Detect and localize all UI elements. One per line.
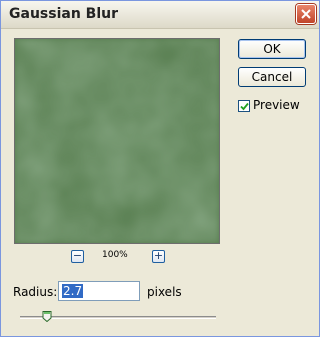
radius-value: 2.7 bbox=[62, 284, 84, 298]
zoom-in-button[interactable]: + bbox=[152, 250, 165, 263]
radius-input[interactable]: 2.7 bbox=[58, 281, 140, 301]
gaussian-blur-dialog: Gaussian Blur OK Cancel Preview − 100% +… bbox=[0, 0, 320, 337]
preview-pane[interactable] bbox=[14, 38, 220, 244]
radius-label: Radius: bbox=[13, 285, 58, 299]
cancel-button[interactable]: Cancel bbox=[238, 67, 306, 87]
title-bar[interactable]: Gaussian Blur bbox=[1, 1, 319, 29]
zoom-out-button[interactable]: − bbox=[71, 250, 84, 263]
close-icon bbox=[301, 9, 311, 19]
window-title: Gaussian Blur bbox=[9, 6, 118, 22]
slider-thumb-icon bbox=[42, 311, 52, 322]
zoom-level: 100% bbox=[102, 250, 128, 260]
preview-checkbox[interactable] bbox=[238, 100, 250, 112]
preview-image bbox=[15, 39, 219, 243]
radius-units: pixels bbox=[147, 285, 182, 299]
ok-button[interactable]: OK bbox=[238, 39, 306, 59]
preview-checkbox-label[interactable]: Preview bbox=[253, 98, 300, 112]
checkmark-icon bbox=[240, 102, 249, 111]
close-button[interactable] bbox=[296, 4, 316, 24]
